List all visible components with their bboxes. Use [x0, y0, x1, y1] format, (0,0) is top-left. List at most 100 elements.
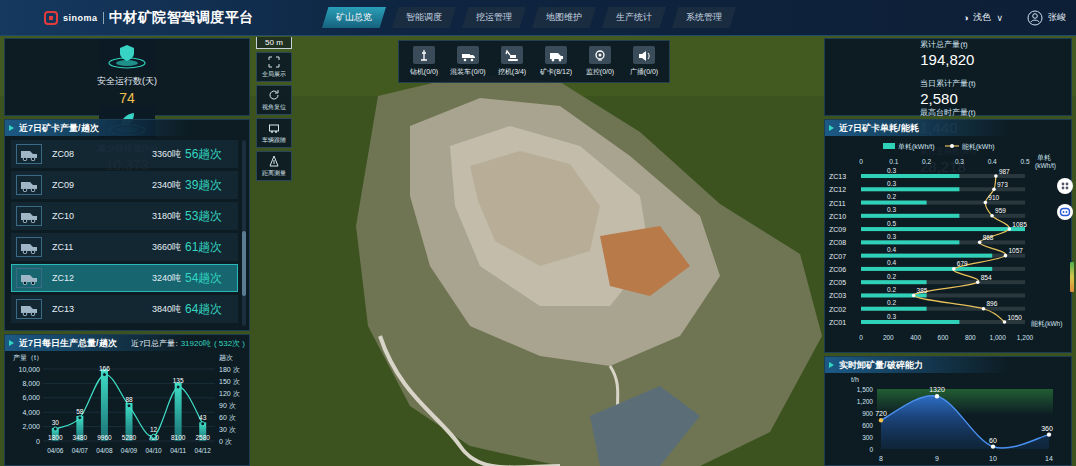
theme-select[interactable]: 浅色	[973, 11, 991, 24]
truck-row[interactable]: ZC103180吨53趟次	[11, 202, 238, 230]
equipment-icon-box	[633, 46, 655, 64]
list-scrollbar[interactable]	[242, 140, 246, 326]
nav-tab[interactable]: 系统管理	[672, 7, 736, 28]
point-label: 896	[986, 300, 997, 307]
truck-row[interactable]: ZC092340吨39趟次	[11, 171, 238, 199]
bar-track	[861, 307, 1025, 311]
shape	[21, 182, 37, 189]
point-label: 1085	[1012, 221, 1027, 228]
truck-name: ZC13	[52, 304, 74, 314]
truck-row[interactable]: ZC123240吨54趟次	[11, 264, 238, 292]
stats-left: 累计总产量(t)194,820当日累计产量(t)2,580	[920, 39, 976, 107]
axis-tick: 0.2	[922, 158, 931, 165]
truck-name: ZC06	[829, 266, 846, 273]
shape	[1062, 183, 1065, 186]
point-label: 88	[125, 396, 133, 403]
truck-name: ZC08	[52, 149, 74, 159]
production-bar	[175, 383, 182, 441]
unload-point	[879, 418, 883, 422]
shape	[120, 45, 134, 61]
equipment-filter[interactable]: 挖机(3/4)	[493, 46, 531, 77]
measure-icon	[268, 155, 280, 167]
equipment-filter[interactable]: 钻机(0/0)	[405, 46, 443, 77]
energy-point	[1004, 254, 1008, 258]
panel-title: 近7日矿卡产量/趟次	[19, 122, 99, 135]
equipment-icon-box	[501, 46, 523, 64]
map-tool-button[interactable]: 全局展示	[256, 52, 292, 82]
nav-tab[interactable]: 生产统计	[602, 7, 666, 28]
equipment-filter[interactable]: 矿卡(8/12)	[537, 46, 575, 77]
shape	[596, 51, 604, 59]
equipment-label: 监控(0/0)	[586, 67, 614, 77]
unload-point	[935, 394, 939, 398]
bar-label: 0.3	[887, 206, 896, 213]
shape	[471, 58, 474, 61]
equipment-filter[interactable]: 混装车(0/0)	[449, 46, 487, 77]
energy-point	[912, 294, 916, 298]
shape	[1062, 187, 1065, 190]
truck-row[interactable]: ZC083360吨56趟次	[11, 140, 238, 168]
map-tool-button[interactable]: 车辆跟随	[256, 118, 292, 148]
truck-name: ZC11	[52, 242, 73, 252]
map-tool-button[interactable]: 距离测量	[256, 151, 292, 181]
shape	[462, 54, 470, 58]
point-label: 973	[997, 181, 1008, 188]
scrollbar-thumb[interactable]	[242, 231, 246, 296]
axis-tick: 6,000	[22, 394, 40, 401]
daily-production-panel: 近7日每日生产总量/趟次近7日总产量:31920吨( 532次 )产量（t）趟次…	[4, 334, 250, 466]
nav-tab[interactable]: 智能调度	[392, 7, 456, 28]
axis-tick: 200	[883, 334, 894, 341]
shape	[23, 281, 27, 285]
shape	[269, 57, 279, 67]
total-label: 近7日总产量:	[131, 338, 178, 349]
legend-label: 能耗(kWh)	[962, 143, 995, 151]
unloading-chart: t/h1,5001,200900600300089101472013206036…	[825, 373, 1071, 465]
bar-label: 0.3	[887, 167, 896, 174]
nav-tab[interactable]: 地图维护	[532, 7, 596, 28]
truck-row[interactable]: ZC113660吨61趟次	[11, 233, 238, 261]
point-label: 910	[988, 194, 999, 201]
axis-tick: 4,000	[22, 409, 40, 416]
right-column: 累计总产量(t)194,820当日累计产量(t)2,580最高台时产量(t)1,…	[824, 36, 1076, 466]
nav-tab[interactable]: 矿山总览	[322, 7, 386, 28]
bar-track	[861, 280, 1025, 284]
grid-line	[43, 369, 215, 370]
equipment-filter[interactable]: 广播(0/0)	[625, 46, 663, 77]
panel-title-bar: 近7日矿卡产量/趟次	[5, 120, 249, 136]
point-label: 385	[917, 287, 928, 294]
production-stats-card: 累计总产量(t)194,820当日累计产量(t)2,580最高台时产量(t)1,…	[824, 38, 1072, 116]
theme-icon[interactable]: ◑	[963, 13, 968, 23]
bar-track	[861, 254, 1025, 258]
apps-button[interactable]	[1057, 178, 1073, 194]
truck-name: ZC09	[52, 180, 74, 190]
point-label: 1320	[929, 386, 945, 393]
axis-tick: 400	[910, 334, 921, 341]
shape	[0, 36, 1076, 466]
axis-tick: 2,000	[22, 423, 40, 430]
tool-label: 视角复位	[262, 103, 286, 112]
axis-tick: 0 次	[219, 438, 232, 446]
shape	[21, 275, 37, 282]
date-tick: 04/07	[72, 447, 89, 454]
nav-tab[interactable]: 挖运管理	[462, 7, 526, 28]
shape	[31, 250, 35, 254]
shape	[598, 59, 602, 60]
unit-consumption-bar	[861, 280, 927, 284]
panel-title: 实时卸矿量/破碎能力	[839, 359, 923, 372]
assistant-robot-icon	[1059, 206, 1071, 218]
truck-name: ZC10	[829, 213, 846, 220]
map-tool-button[interactable]: 视角复位	[256, 85, 292, 115]
axis-tick: 10	[989, 455, 997, 462]
truck-icon-box	[16, 175, 42, 195]
dropdown-arrow-icon[interactable]: ∨	[996, 13, 1003, 23]
shape	[99, 39, 155, 71]
equipment-filter[interactable]: 监控(0/0)	[581, 46, 619, 77]
energy-point	[1007, 227, 1011, 231]
assistant-button[interactable]	[1057, 204, 1073, 220]
truck-row[interactable]: ZC133840吨64趟次	[11, 295, 238, 323]
user-name[interactable]: 张峻	[1048, 11, 1066, 24]
point-label: 30	[52, 419, 60, 426]
truck-tons: 3180吨	[152, 210, 181, 223]
shape	[270, 125, 279, 131]
energy-point	[984, 201, 988, 205]
